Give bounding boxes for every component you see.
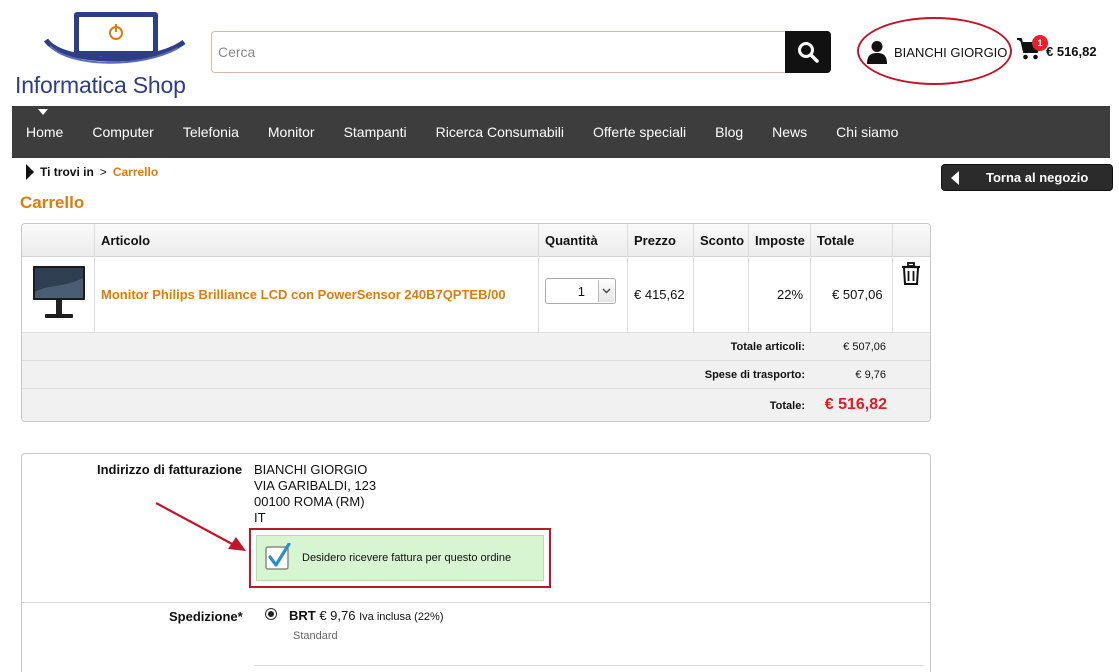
product-thumbnail[interactable]: [31, 262, 87, 324]
summary-row-articles: Totale articoli: € 507,06: [22, 332, 930, 360]
shipping-vat-note: Iva inclusa (22%): [359, 611, 444, 623]
shipping-option[interactable]: BRT € 9,76 Iva inclusa (22%): [289, 608, 444, 623]
billing-address-line: VIA GARIBALDI, 123: [254, 478, 377, 493]
monitor-logo-icon: [43, 12, 186, 64]
product-tax: 22%: [777, 287, 804, 302]
search-button[interactable]: [785, 31, 831, 73]
summary-row-total: Totale: € 516,82: [22, 388, 930, 421]
shipping-carrier: BRT: [289, 608, 316, 623]
nav-item-telefonia[interactable]: Telefonia: [169, 124, 239, 140]
back-to-shop-button[interactable]: Torna al negozio: [941, 164, 1113, 191]
search-input[interactable]: [211, 31, 786, 73]
summary-total-value: € 516,82: [824, 396, 887, 413]
quantity-select[interactable]: 1: [545, 278, 616, 304]
shipping-radio-brt[interactable]: [265, 608, 277, 620]
breadcrumb-current[interactable]: Carrello: [113, 165, 158, 179]
nav-item-chi-siamo[interactable]: Chi siamo: [822, 124, 898, 140]
breadcrumb: Ti trovi in > Carrello: [26, 164, 158, 180]
search-icon: [798, 42, 819, 63]
summary-row-shipping: Spese di trasporto: € 9,76: [22, 360, 930, 388]
breadcrumb-label: Ti trovi in: [40, 165, 94, 179]
billing-address: BIANCHI GIORGIO VIA GARIBALDI, 123 00100…: [254, 462, 376, 526]
invoice-checkbox[interactable]: [265, 543, 291, 571]
cart-table-header: Articolo Quantità Prezzo Sconto Imposte …: [22, 224, 930, 257]
back-to-shop-label: Torna al negozio: [986, 170, 1089, 185]
search-bar: [211, 31, 831, 73]
user-icon: [867, 41, 887, 64]
nav-item-news[interactable]: News: [758, 124, 807, 140]
shipping-service: Standard: [293, 630, 338, 642]
nav-item-stampanti[interactable]: Stampanti: [330, 124, 407, 140]
col-header-total: Totale: [817, 233, 855, 248]
billing-address-line: BIANCHI GIORGIO: [254, 462, 368, 477]
product-price: € 415,62: [634, 287, 685, 302]
section-divider: [254, 665, 924, 666]
invoice-checkbox-label: Desidero ricevere fattura per questo ord…: [302, 552, 512, 564]
section-divider: [22, 602, 930, 603]
nav-item-blog[interactable]: Blog: [701, 124, 743, 140]
billing-address-line: 00100 ROMA (RM): [254, 494, 365, 509]
cart-table: Articolo Quantità Prezzo Sconto Imposte …: [21, 223, 931, 422]
product-total: € 507,06: [832, 287, 883, 302]
col-header-price: Prezzo: [634, 233, 676, 248]
cart-total-amount[interactable]: € 516,82: [1046, 44, 1097, 59]
col-header-quantity: Quantità: [545, 233, 598, 248]
user-name: BIANCHI GIORGIO: [894, 44, 1008, 60]
summary-articles-value: € 507,06: [843, 341, 886, 353]
col-header-taxes: Imposte: [755, 233, 805, 248]
summary-articles-label: Totale articoli:: [730, 341, 805, 353]
breadcrumb-separator: >: [99, 165, 107, 179]
checkout-details-panel: Indirizzo di fatturazione BIANCHI GIORGI…: [21, 453, 931, 672]
summary-total-label: Totale:: [769, 400, 805, 412]
nav-item-computer[interactable]: Computer: [78, 124, 153, 140]
chevron-down-icon[interactable]: [598, 280, 614, 302]
col-header-discount: Sconto: [700, 233, 745, 248]
summary-shipping-value: € 9,76: [855, 369, 886, 381]
nav-item-ricerca-consumabili[interactable]: Ricerca Consumabili: [422, 124, 564, 140]
logo-text: Informatica Shop: [15, 72, 186, 98]
shop-logo[interactable]: Informatica Shop: [12, 6, 202, 98]
billing-address-line: IT: [254, 510, 266, 525]
shipping-label: Spedizione*: [169, 609, 243, 624]
col-header-article: Articolo: [101, 233, 151, 248]
user-account-link[interactable]: BIANCHI GIORGIO: [866, 40, 1007, 64]
summary-shipping-label: Spese di trasporto:: [704, 369, 805, 381]
page-title: Carrello: [20, 193, 85, 212]
back-arrow-icon: [951, 170, 959, 185]
shipping-price: € 9,76: [319, 608, 356, 623]
nav-item-home[interactable]: Home: [12, 124, 63, 140]
billing-address-label: Indirizzo di fatturazione: [97, 462, 243, 477]
trash-icon[interactable]: [901, 262, 921, 286]
main-nav: Home Computer Telefonia Monitor Stampant…: [12, 106, 1110, 158]
annotation-arrow-icon: [155, 502, 246, 551]
cart-item-row: Monitor Philips Brilliance LCD con Power…: [22, 257, 930, 332]
nav-item-monitor[interactable]: Monitor: [254, 124, 315, 140]
invoice-highlight-box: Desidero ricevere fattura per questo ord…: [249, 528, 551, 588]
invoice-option[interactable]: Desidero ricevere fattura per questo ord…: [256, 535, 544, 581]
breadcrumb-arrow-icon: [26, 164, 34, 180]
nav-item-offerte-speciali[interactable]: Offerte speciali: [579, 124, 686, 140]
product-name-link[interactable]: Monitor Philips Brilliance LCD con Power…: [101, 287, 506, 302]
quantity-value: 1: [577, 284, 585, 299]
